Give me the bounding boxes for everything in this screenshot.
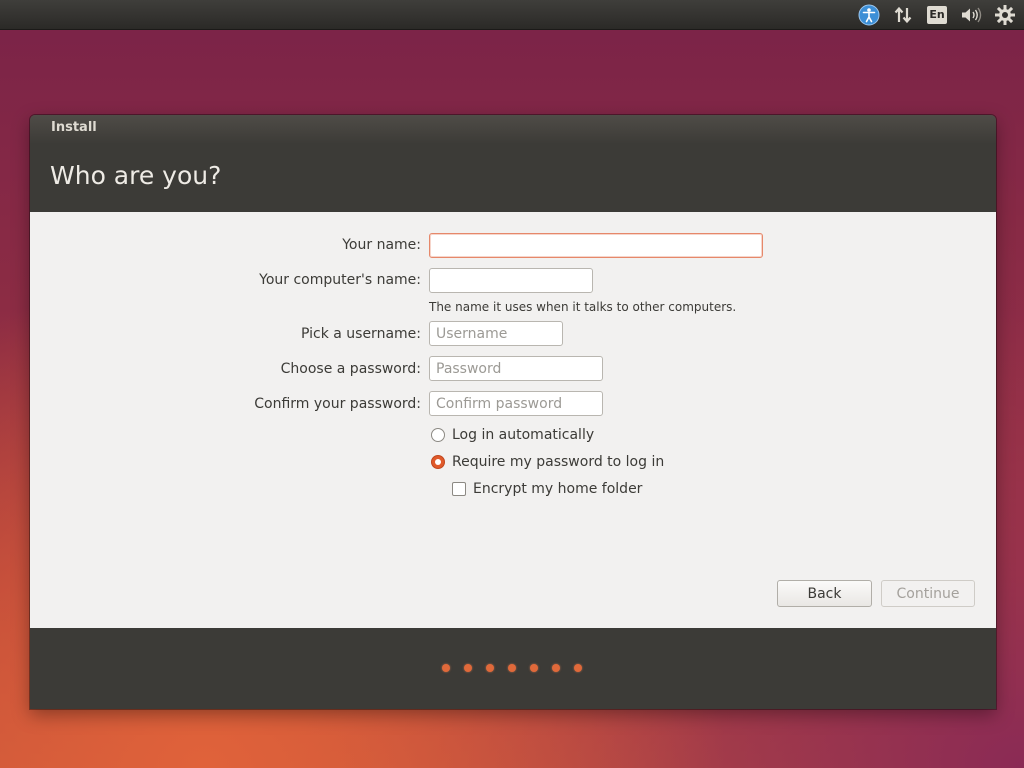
encrypt-home-checkbox[interactable] (452, 482, 466, 496)
volume-icon[interactable] (958, 3, 984, 27)
back-button[interactable]: Back (777, 580, 872, 607)
window-title: Install (51, 120, 97, 135)
username-label: Pick a username: (300, 326, 421, 342)
login-auto-radio[interactable] (431, 428, 445, 442)
system-settings-icon[interactable] (992, 3, 1018, 27)
username-input[interactable] (429, 321, 563, 346)
require-password-radio[interactable] (431, 455, 445, 469)
progress-dot (552, 664, 560, 672)
network-transfer-icon[interactable] (890, 3, 916, 27)
title-bar: Install Who are you? (30, 115, 996, 212)
computer-name-input[interactable] (429, 268, 593, 293)
progress-dot (574, 664, 582, 672)
keyboard-layout-icon[interactable]: En (924, 3, 950, 27)
confirm-password-input[interactable] (429, 391, 603, 416)
page-title: Who are you? (50, 161, 222, 190)
form-area: Your name: Your computer's name: The nam… (30, 212, 996, 628)
your-name-label: Your name: (342, 237, 421, 253)
require-password-option[interactable]: Require my password to log in (431, 454, 664, 470)
password-input[interactable] (429, 356, 603, 381)
accessibility-icon[interactable] (856, 3, 882, 27)
password-label: Choose a password: (280, 361, 421, 377)
login-auto-option[interactable]: Log in automatically (431, 427, 594, 443)
computer-name-hint: The name it uses when it talks to other … (429, 300, 737, 314)
progress-dot (486, 664, 494, 672)
top-panel: En (0, 0, 1024, 30)
indicator-area: En (856, 0, 1018, 29)
computer-name-label: Your computer's name: (259, 272, 421, 288)
your-name-input[interactable] (429, 233, 763, 258)
encrypt-home-label: Encrypt my home folder (473, 481, 643, 497)
require-password-label: Require my password to log in (452, 454, 665, 470)
progress-dot (530, 664, 538, 672)
installer-window: Install Who are you? Your name: Your com… (30, 115, 996, 709)
keyboard-layout-label: En (927, 5, 947, 24)
progress-dot (464, 664, 472, 672)
encrypt-home-option[interactable]: Encrypt my home folder (452, 481, 642, 497)
login-auto-label: Log in automatically (452, 427, 595, 443)
progress-dot (442, 664, 450, 672)
progress-dot (508, 664, 516, 672)
progress-footer (30, 628, 996, 709)
progress-dots (442, 664, 582, 672)
confirm-password-label: Confirm your password: (254, 396, 421, 412)
continue-button[interactable]: Continue (881, 580, 975, 607)
